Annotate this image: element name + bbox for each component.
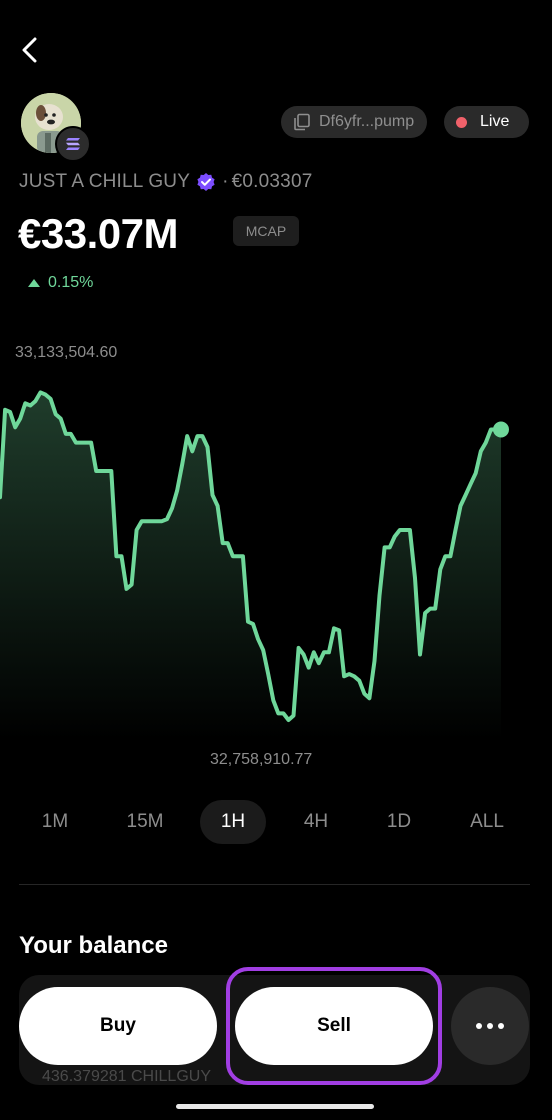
price-change-value: 0.15% <box>48 274 94 291</box>
token-price: €0.03307 <box>231 171 313 192</box>
price-change: 0.15% <box>28 274 93 292</box>
balance-amount: 436.379281 CHILLGUY <box>42 1068 211 1085</box>
chart-low-label: 32,758,910.77 <box>210 751 313 768</box>
timeframe-tab-15m[interactable]: 15M <box>112 800 178 844</box>
live-button[interactable]: Live <box>444 106 529 138</box>
more-horizontal-icon <box>476 1023 482 1029</box>
divider <box>19 884 530 885</box>
timeframe-tab-1m[interactable]: 1M <box>22 800 88 844</box>
token-address: Df6yfr...pump <box>319 113 415 130</box>
solana-chain-icon <box>55 126 91 162</box>
timeframe-selector: 1M 15M 1H 4H 1D ALL <box>0 800 552 844</box>
token-info-line: JUST A CHILL GUY · €0.03307 <box>19 170 312 194</box>
timeframe-tab-4h[interactable]: 4H <box>283 800 349 844</box>
back-button[interactable] <box>14 34 46 66</box>
timeframe-tab-1h[interactable]: 1H <box>200 800 266 844</box>
balance-title: Your balance <box>19 932 168 959</box>
verified-badge-icon <box>197 173 215 191</box>
sell-button[interactable]: Sell <box>235 987 433 1065</box>
separator: · <box>222 171 229 192</box>
chevron-left-icon <box>22 37 37 63</box>
live-dot-icon <box>456 116 467 128</box>
more-button[interactable] <box>451 987 529 1065</box>
timeframe-tab-1d[interactable]: 1D <box>366 800 432 844</box>
chart-high-label: 33,133,504.60 <box>15 344 118 361</box>
buy-button[interactable]: Buy <box>19 987 217 1065</box>
timeframe-tab-all[interactable]: ALL <box>454 800 520 844</box>
chart-current-point <box>493 421 509 438</box>
copy-address-button[interactable]: Df6yfr...pump <box>281 106 427 138</box>
market-cap-value: €33.07M <box>18 210 178 257</box>
token-name: JUST A CHILL GUY <box>19 171 191 192</box>
market-cap-tag: MCAP <box>233 216 299 246</box>
chart-area <box>0 392 501 740</box>
price-chart[interactable] <box>0 370 552 740</box>
triangle-up-icon <box>28 279 40 287</box>
copy-icon <box>294 113 310 131</box>
home-indicator <box>176 1104 374 1109</box>
live-label: Live <box>480 113 510 130</box>
